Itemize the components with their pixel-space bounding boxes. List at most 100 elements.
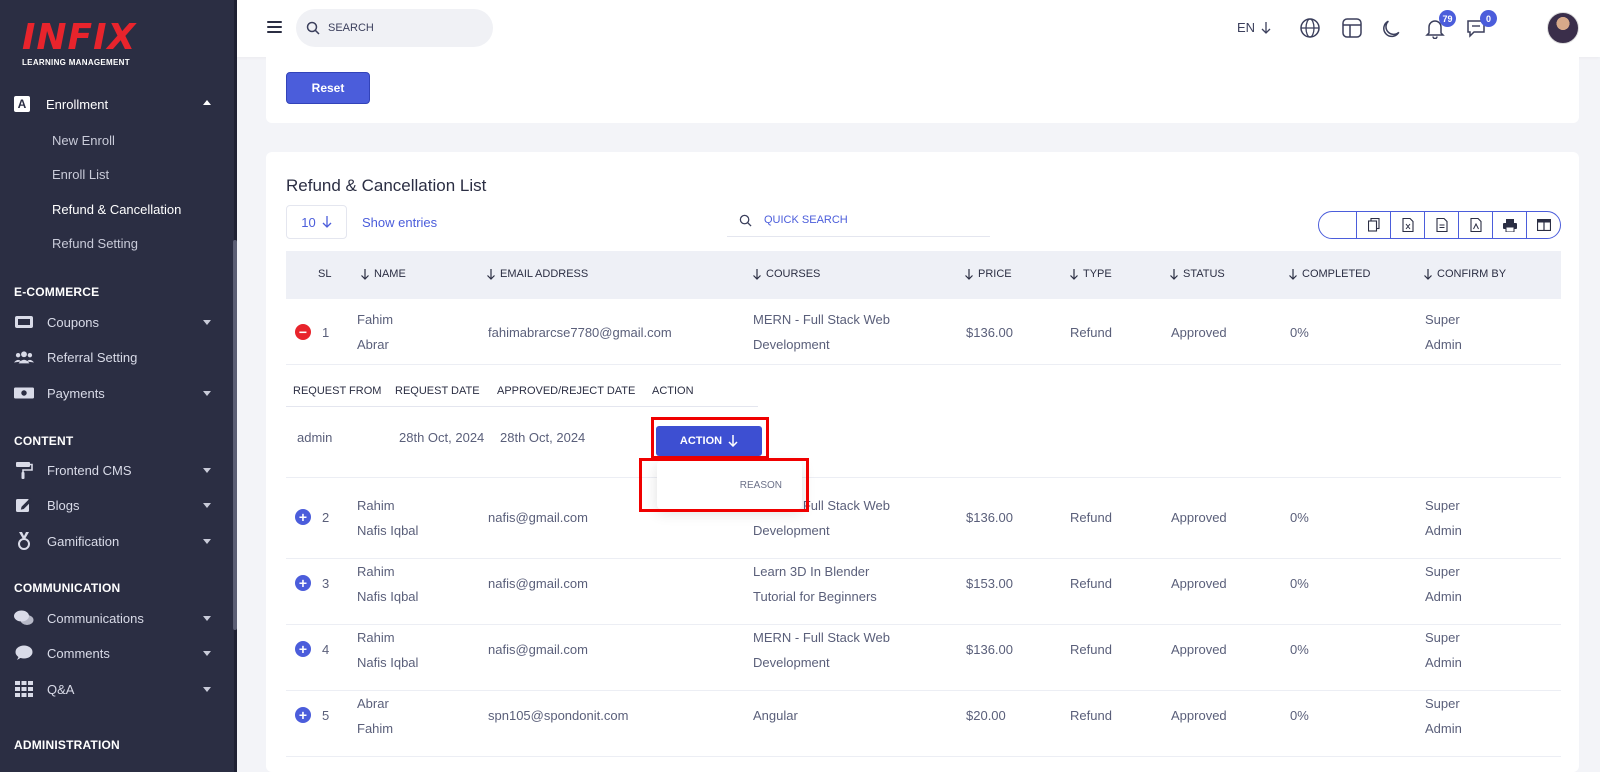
column-header-type[interactable]: TYPE (1069, 268, 1112, 280)
message-badge: 0 (1480, 10, 1497, 27)
sidebar-item-qa[interactable]: Q&A (0, 674, 237, 704)
sidebar-item-label: Gamification (47, 533, 120, 549)
copy-button[interactable] (1356, 212, 1390, 238)
cell-email: nafis@gmail.com (488, 576, 588, 591)
highlight-box-reason (639, 458, 809, 512)
cell-name-first: Rahim (357, 498, 395, 513)
quick-search[interactable] (727, 204, 990, 237)
sidebar-item-enroll-list[interactable]: Enroll List (52, 167, 109, 182)
arrow-down-icon (322, 216, 332, 228)
logo-text: INFIX (22, 17, 137, 58)
user-avatar[interactable] (1547, 12, 1579, 44)
language-selector[interactable]: EN (1237, 20, 1271, 35)
refund-list-card: Refund & Cancellation List 10 Show entri… (266, 152, 1579, 772)
table-header: SL NAME EMAIL ADDRESS COURSES PRICE TYPE… (286, 251, 1561, 299)
sidebar-item-frontend-cms[interactable]: Frontend CMS (0, 455, 237, 485)
cell-course-line-2: Development (753, 523, 830, 538)
column-visibility-button[interactable] (1526, 212, 1560, 238)
layout-icon[interactable] (1341, 17, 1363, 39)
table-row[interactable]: + 3 Rahim Nafis Iqbal nafis@gmail.com Le… (286, 559, 1561, 625)
sidebar-item-new-enroll[interactable]: New Enroll (52, 133, 115, 148)
column-header-confirm-by[interactable]: CONFIRM BY (1423, 268, 1506, 280)
sidebar-item-gamification[interactable]: Gamification (0, 526, 237, 556)
caret-down-icon (203, 468, 211, 473)
column-header-sl[interactable]: SL (318, 268, 331, 280)
column-header-name[interactable]: NAME (360, 268, 406, 280)
sort-arrow-icon (965, 268, 973, 280)
sort-arrow-icon (753, 268, 761, 280)
cell-price: $153.00 (966, 576, 1013, 591)
cell-sl: 2 (322, 510, 330, 525)
cell-sl: 3 (322, 576, 330, 591)
sidebar-item-refund-cancellation[interactable]: Refund & Cancellation (52, 202, 181, 217)
detail-header-request-date: REQUEST DATE (395, 385, 480, 397)
column-header-completed[interactable]: COMPLETED (1288, 268, 1370, 280)
cell-price: $136.00 (966, 642, 1013, 657)
table-row[interactable]: + 2 Rahim Nafis Iqbal nafis@gmail.com ME… (286, 493, 1561, 559)
sidebar-group-enrollment[interactable]: A Enrollment (0, 89, 237, 119)
cell-email: spn105@spondonit.com (488, 708, 629, 723)
expand-row-icon[interactable]: + (295, 707, 311, 723)
column-header-courses[interactable]: COURSES (752, 268, 820, 280)
cell-type: Refund (1070, 576, 1112, 591)
sidebar-item-label: Q&A (47, 681, 75, 697)
excel-button[interactable] (1390, 212, 1424, 238)
page-title: Refund & Cancellation List (286, 176, 487, 195)
table-row[interactable]: + 5 Abrar Fahim spn105@spondonit.com Ang… (286, 691, 1561, 757)
sidebar-item-label: Communications (47, 610, 144, 626)
csv-button[interactable] (1424, 212, 1458, 238)
sidebar-item-payments[interactable]: Payments (0, 378, 237, 408)
cell-name-first: Fahim (357, 312, 394, 327)
money-icon (14, 384, 34, 402)
reset-button[interactable]: Reset (286, 72, 370, 104)
column-header-price[interactable]: PRICE (964, 268, 1012, 280)
table-row[interactable]: − 1 Fahim Abrar fahimabrarcse7780@gmail.… (286, 299, 1561, 365)
cell-confirm-line-2: Admin (1425, 721, 1462, 736)
section-title-content: CONTENT (14, 434, 74, 448)
sidebar-item-coupons[interactable]: Coupons (0, 307, 237, 337)
detail-header-request-from: REQUEST FROM (293, 385, 382, 397)
expand-row-icon[interactable]: + (295, 509, 311, 525)
search-icon (739, 214, 752, 227)
sidebar-item-communications[interactable]: Communications (0, 603, 237, 633)
search-input[interactable] (328, 22, 478, 34)
menu-toggle-icon[interactable] (267, 21, 282, 33)
column-header-email[interactable]: EMAIL ADDRESS (486, 268, 588, 280)
column-header-status[interactable]: STATUS (1169, 268, 1225, 280)
globe-icon[interactable] (1299, 17, 1321, 39)
section-title-ecommerce: E-COMMERCE (14, 285, 100, 299)
expand-row-icon[interactable]: + (295, 575, 311, 591)
detail-bottom-divider (286, 477, 1561, 478)
cell-price: $20.00 (966, 708, 1006, 723)
export-toolbar (1318, 211, 1561, 239)
cell-email: fahimabrarcse7780@gmail.com (488, 325, 672, 340)
collapse-row-icon[interactable]: − (295, 324, 311, 340)
excel-file-icon (1401, 218, 1414, 232)
cell-course-line-2: Tutorial for Beginners (753, 589, 877, 604)
cell-name-last: Abrar (357, 337, 389, 352)
page-size-select[interactable]: 10 (286, 205, 347, 239)
detail-request-date: 28th Oct, 2024 (399, 430, 485, 445)
caret-up-icon (203, 100, 211, 105)
quick-search-input[interactable] (764, 214, 964, 226)
print-button[interactable] (1492, 212, 1526, 238)
app-logo[interactable]: INFIX LEARNING MANAGEMENT (22, 17, 137, 68)
notification-button[interactable]: 79 (1424, 10, 1456, 40)
sidebar-item-referral-setting[interactable]: Referral Setting (0, 342, 237, 372)
sidebar-scrollbar[interactable] (233, 240, 237, 630)
cell-sl: 4 (322, 642, 330, 657)
sidebar-item-blogs[interactable]: Blogs (0, 490, 237, 520)
global-search[interactable] (296, 9, 493, 47)
cell-name-last: Nafis Iqbal (357, 589, 419, 604)
cell-type: Refund (1070, 708, 1112, 723)
pdf-button[interactable] (1458, 212, 1492, 238)
paint-roller-icon (14, 461, 34, 479)
sidebar-item-label: Referral Setting (47, 349, 138, 365)
sidebar-item-refund-setting[interactable]: Refund Setting (52, 236, 138, 251)
messages-button[interactable]: 0 (1465, 10, 1497, 39)
cell-confirm-line-1: Super (1425, 564, 1460, 579)
moon-icon[interactable] (1382, 17, 1404, 39)
sidebar-item-comments[interactable]: Comments (0, 638, 237, 668)
expand-row-icon[interactable]: + (295, 641, 311, 657)
table-row[interactable]: + 4 Rahim Nafis Iqbal nafis@gmail.com ME… (286, 625, 1561, 691)
